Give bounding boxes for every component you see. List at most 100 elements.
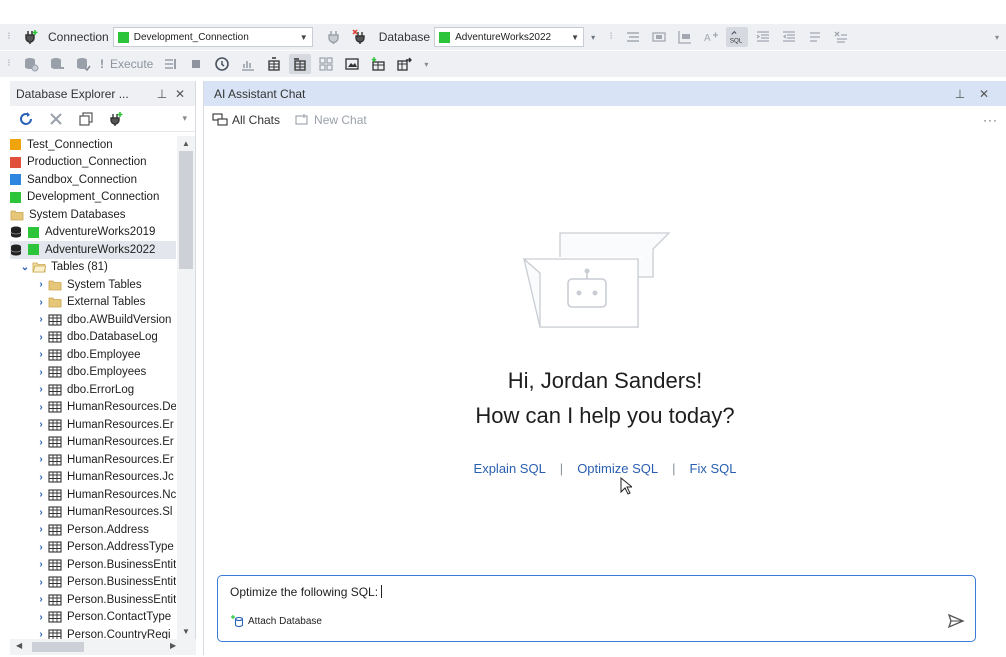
- chevron-right-icon[interactable]: ›: [34, 279, 48, 290]
- chevron-right-icon[interactable]: ›: [34, 629, 48, 639]
- toolbar-grip[interactable]: ⁝: [4, 56, 14, 72]
- tree-item[interactable]: › Person.Address: [10, 521, 176, 539]
- scrollbar-thumb[interactable]: [32, 642, 84, 652]
- tree-item[interactable]: › HumanResources.Sl: [10, 504, 176, 522]
- chevron-right-icon[interactable]: ›: [34, 489, 48, 500]
- execute-current-icon[interactable]: [159, 54, 181, 74]
- tree-item[interactable]: › dbo.Employee: [10, 346, 176, 364]
- database-select[interactable]: AdventureWorks2022 ▼: [434, 27, 585, 47]
- scrollbar-thumb[interactable]: [179, 151, 193, 269]
- scroll-right-icon[interactable]: ▶: [170, 641, 176, 650]
- chevron-right-icon[interactable]: ›: [34, 507, 48, 518]
- tree-item[interactable]: Sandbox_Connection: [10, 171, 176, 189]
- dropdown-arrow-icon[interactable]: ▾: [586, 27, 600, 47]
- horizontal-scrollbar[interactable]: ◀ ▶: [10, 639, 196, 655]
- close-icon[interactable]: ✕: [972, 87, 996, 101]
- db-action-icon[interactable]: [20, 54, 42, 74]
- outdent-icon[interactable]: [778, 27, 800, 47]
- tree-item[interactable]: AdventureWorks2022: [10, 241, 176, 259]
- export-data-icon[interactable]: [393, 54, 415, 74]
- toolbar-overflow-icon[interactable]: ▾: [419, 54, 433, 74]
- tree-item[interactable]: AdventureWorks2019: [10, 224, 176, 242]
- close-icon[interactable]: ✕: [171, 87, 189, 101]
- all-chats-button[interactable]: All Chats: [212, 113, 280, 127]
- tree-item[interactable]: › dbo.ErrorLog: [10, 381, 176, 399]
- chevron-right-icon[interactable]: ›: [34, 577, 48, 588]
- tree-item[interactable]: › dbo.DatabaseLog: [10, 329, 176, 347]
- explain-sql-link[interactable]: Explain SQL: [474, 461, 546, 476]
- tree-item[interactable]: › dbo.Employees: [10, 364, 176, 382]
- tree-item[interactable]: › HumanResources.Er: [10, 416, 176, 434]
- attach-database-button[interactable]: Attach Database: [230, 614, 322, 628]
- chevron-right-icon[interactable]: ›: [34, 542, 48, 553]
- chevron-right-icon[interactable]: ›: [34, 454, 48, 465]
- tree-item[interactable]: › HumanResources.Jc: [10, 469, 176, 487]
- tree-item[interactable]: Test_Connection: [10, 136, 176, 154]
- chevron-right-icon[interactable]: ›: [34, 472, 48, 483]
- sql-mode-icon[interactable]: SQL: [726, 27, 749, 47]
- new-chat-button[interactable]: New Chat: [294, 113, 367, 127]
- vertical-scrollbar[interactable]: ▲ ▼: [177, 136, 195, 639]
- query-profiler-icon[interactable]: [237, 54, 259, 74]
- tree-item[interactable]: Development_Connection: [10, 189, 176, 207]
- chevron-right-icon[interactable]: ›: [34, 559, 48, 570]
- tree-item[interactable]: › HumanResources.Er: [10, 434, 176, 452]
- chevron-right-icon[interactable]: ›: [34, 332, 48, 343]
- uncomment-icon[interactable]: [830, 27, 852, 47]
- tree-item[interactable]: › dbo.AWBuildVersion: [10, 311, 176, 329]
- connection-select[interactable]: Development_Connection ▼: [112, 27, 313, 47]
- chevron-right-icon[interactable]: ›: [34, 612, 48, 623]
- tree-item[interactable]: › Person.ContactType: [10, 609, 176, 627]
- tree-item[interactable]: › System Tables: [10, 276, 176, 294]
- scroll-down-icon[interactable]: ▼: [177, 627, 195, 636]
- send-icon[interactable]: [947, 613, 965, 629]
- chat-input[interactable]: Optimize the following SQL:: [230, 585, 383, 599]
- tree-item[interactable]: › HumanResources.Er: [10, 451, 176, 469]
- tree-item[interactable]: › Person.AddressType: [10, 539, 176, 557]
- chevron-right-icon[interactable]: ›: [34, 297, 48, 308]
- chat-input-box[interactable]: Optimize the following SQL: Attach Datab…: [217, 575, 976, 642]
- stop-icon[interactable]: [185, 54, 207, 74]
- tree-item[interactable]: › Person.BusinessEntit: [10, 556, 176, 574]
- pin-icon[interactable]: ⊥: [153, 87, 171, 101]
- table-designer-icon[interactable]: [263, 54, 285, 74]
- toolbar-overflow-icon[interactable]: ▾: [990, 27, 1004, 47]
- new-connection-icon[interactable]: [20, 27, 42, 47]
- text-replace-icon[interactable]: A: [700, 27, 722, 47]
- disconnect-icon[interactable]: [349, 27, 371, 47]
- execute-button[interactable]: ! Execute: [100, 57, 153, 71]
- explorer-toolbar-overflow-icon[interactable]: ▾: [182, 113, 187, 124]
- tree-item[interactable]: › External Tables: [10, 294, 176, 312]
- new-connection-icon[interactable]: [104, 108, 128, 130]
- delete-icon[interactable]: [44, 108, 68, 130]
- indent-icon[interactable]: [752, 27, 774, 47]
- schema-compare-icon[interactable]: [674, 27, 696, 47]
- chevron-down-icon[interactable]: ⌄: [18, 262, 32, 273]
- tree-item[interactable]: › HumanResources.De: [10, 399, 176, 417]
- format-sql-icon[interactable]: [622, 27, 644, 47]
- connect-icon[interactable]: [323, 27, 345, 47]
- copy-icon[interactable]: [74, 108, 98, 130]
- optimize-sql-link[interactable]: Optimize SQL: [577, 461, 658, 476]
- image-view-icon[interactable]: [341, 54, 363, 74]
- tree-item[interactable]: › Person.BusinessEntit: [10, 574, 176, 592]
- tree-item[interactable]: › Person.BusinessEntit: [10, 591, 176, 609]
- scroll-up-icon[interactable]: ▲: [177, 139, 195, 148]
- scroll-left-icon[interactable]: ◀: [16, 641, 22, 650]
- fix-sql-link[interactable]: Fix SQL: [690, 461, 737, 476]
- comment-icon[interactable]: [804, 27, 826, 47]
- more-options-icon[interactable]: ···: [983, 113, 998, 127]
- db-check-icon[interactable]: [72, 54, 94, 74]
- refresh-icon[interactable]: [14, 108, 38, 130]
- pin-icon[interactable]: ⊥: [948, 87, 972, 101]
- chevron-right-icon[interactable]: ›: [34, 419, 48, 430]
- tree-item[interactable]: System Databases: [10, 206, 176, 224]
- chevron-right-icon[interactable]: ›: [34, 437, 48, 448]
- toolbar-grip[interactable]: ⁝: [606, 29, 616, 45]
- tree-item[interactable]: › Person.CountryRegi: [10, 626, 176, 639]
- chevron-right-icon[interactable]: ›: [34, 402, 48, 413]
- import-data-icon[interactable]: [367, 54, 389, 74]
- query-builder-icon[interactable]: [648, 27, 670, 47]
- chevron-right-icon[interactable]: ›: [34, 524, 48, 535]
- chevron-right-icon[interactable]: ›: [34, 367, 48, 378]
